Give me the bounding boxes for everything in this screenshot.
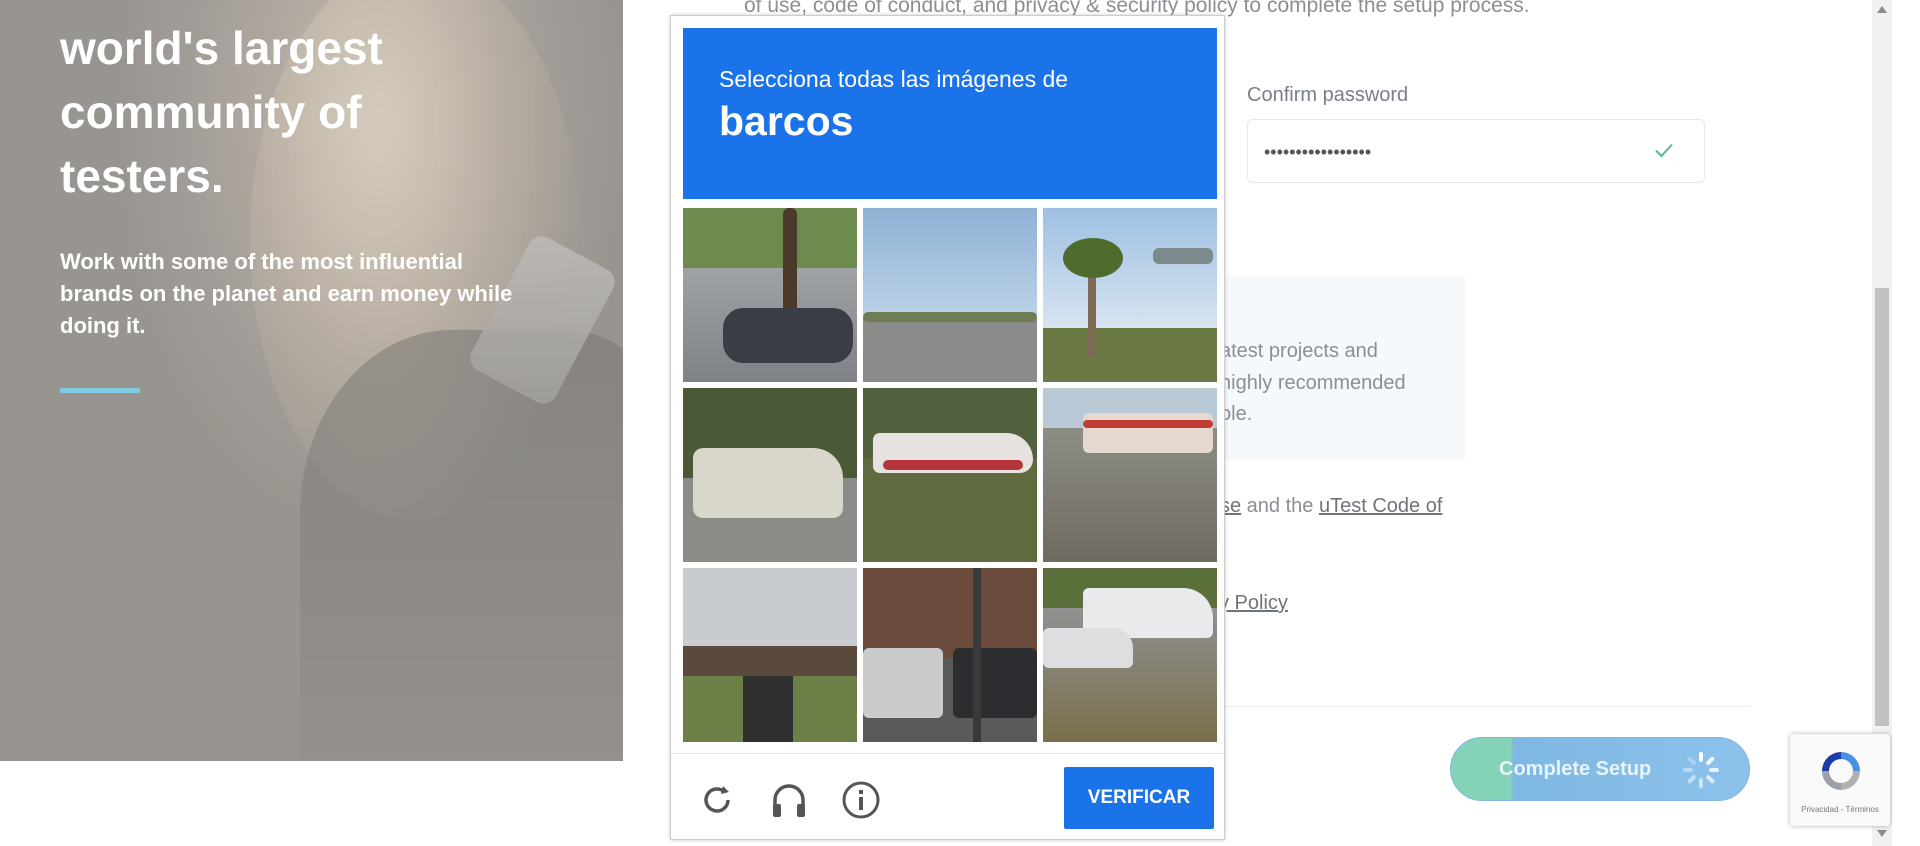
recaptcha-badge[interactable]: Privacidad - Términos <box>1790 734 1890 826</box>
scrollbar[interactable] <box>1872 0 1892 846</box>
captcha-tile[interactable] <box>863 568 1037 742</box>
captcha-tile[interactable] <box>683 568 857 742</box>
captcha-tile[interactable] <box>1043 208 1217 382</box>
confirm-password-field[interactable]: ••••••••••••••••• <box>1247 119 1705 183</box>
captcha-instruction: Selecciona todas las imágenes de <box>719 66 1069 92</box>
agreement-text: se and the uTest Code of <box>1220 495 1442 518</box>
hero-panel: world's largest community of testers. Wo… <box>0 0 623 761</box>
reload-icon[interactable] <box>697 780 737 820</box>
captcha-tile[interactable] <box>1043 388 1217 562</box>
captcha-dialog: Selecciona todas las imágenes de barcos <box>670 15 1225 840</box>
hero-title: world's largest community of testers. <box>60 22 383 202</box>
check-icon <box>1655 143 1673 158</box>
info-line: atest projects and <box>1220 340 1378 362</box>
verify-button[interactable]: VERIFICAR <box>1064 767 1214 829</box>
captcha-tile[interactable] <box>1043 568 1217 742</box>
hero-subtitle: Work with some of the most influential b… <box>60 249 513 338</box>
complete-setup-button[interactable]: Complete Setup <box>1450 737 1750 801</box>
captcha-image-grid <box>683 208 1217 742</box>
recaptcha-logo-icon <box>1822 752 1860 790</box>
scroll-down-icon[interactable] <box>1877 830 1887 837</box>
audio-headphones-icon[interactable] <box>769 780 809 820</box>
page: world's largest community of testers. Wo… <box>0 0 1920 846</box>
scroll-up-icon[interactable] <box>1877 6 1887 13</box>
agreement-middle: and the <box>1241 495 1319 517</box>
confirm-password-value: ••••••••••••••••• <box>1264 142 1372 162</box>
info-line: highly recommended <box>1220 372 1406 394</box>
complete-setup-label: Complete Setup <box>1499 758 1652 780</box>
captcha-tile[interactable] <box>683 208 857 382</box>
info-icon[interactable] <box>841 780 881 820</box>
captcha-header: Selecciona todas las imágenes de barcos <box>683 28 1217 199</box>
captcha-footer: VERIFICAR <box>671 753 1224 839</box>
code-of-conduct-link[interactable]: uTest Code of <box>1319 495 1442 517</box>
divider <box>1220 706 1750 707</box>
recaptcha-terms[interactable]: Privacidad - Términos <box>1790 805 1890 814</box>
captcha-target-object: barcos <box>719 98 854 144</box>
captcha-tile[interactable] <box>683 388 857 562</box>
privacy-policy-link[interactable]: y Policy <box>1219 592 1288 615</box>
captcha-tile[interactable] <box>863 208 1037 382</box>
confirm-password-label: Confirm password <box>1247 84 1409 106</box>
spinner-icon <box>1683 752 1719 788</box>
scrollbar-thumb[interactable] <box>1875 288 1889 726</box>
captcha-tile[interactable] <box>863 388 1037 562</box>
hero-accent-rule <box>60 388 140 393</box>
